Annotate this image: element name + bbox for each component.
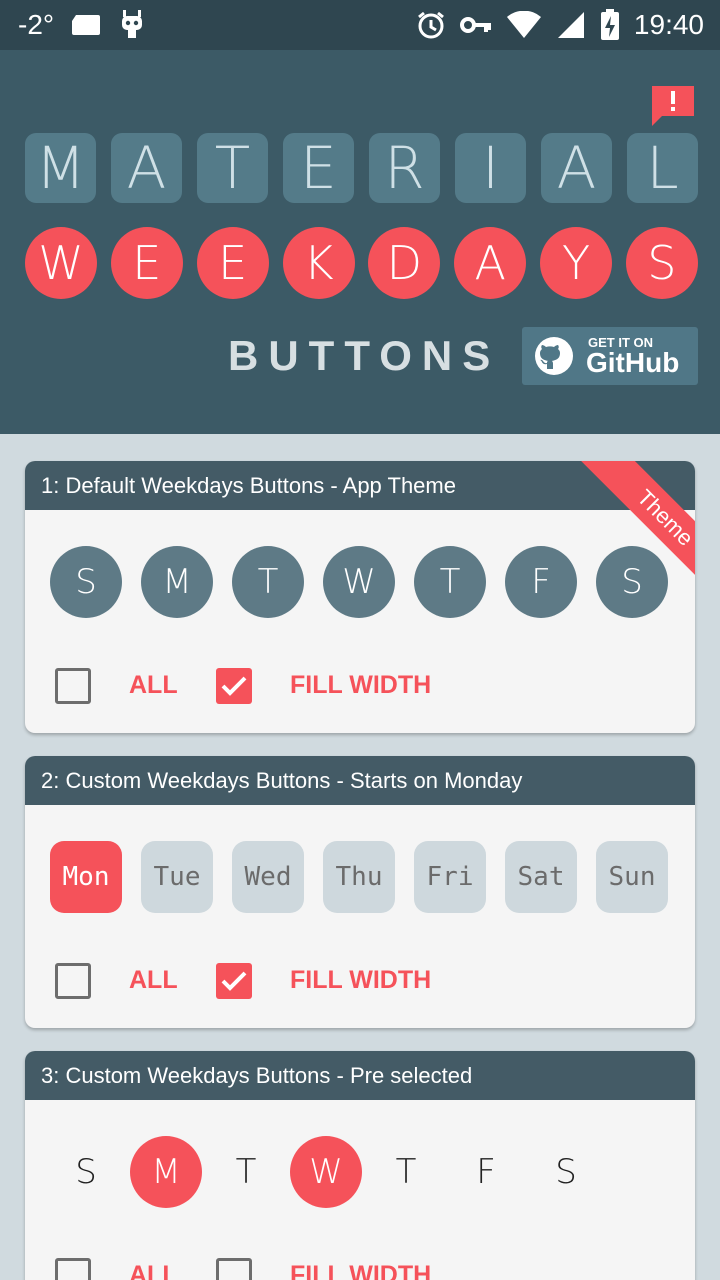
weekday-button-sun[interactable]: S xyxy=(50,1136,122,1208)
all-label[interactable]: ALL xyxy=(129,1261,178,1280)
vpn-key-icon xyxy=(459,15,492,35)
weekday-button-sun[interactable]: Sun xyxy=(596,841,668,913)
card-title: 3: Custom Weekdays Buttons - Pre selecte… xyxy=(25,1051,695,1100)
letter-circle: E xyxy=(196,227,269,299)
weekday-button-tue[interactable]: T xyxy=(210,1136,282,1208)
weekday-button-sun[interactable]: S xyxy=(50,546,122,618)
fill-width-checkbox[interactable] xyxy=(216,668,252,704)
signal-icon xyxy=(556,10,586,40)
fill-width-label[interactable]: FILL WIDTH xyxy=(290,1261,431,1280)
weekday-button-tue[interactable]: T xyxy=(232,546,304,618)
card-controls: ALL FILL WIDTH xyxy=(55,1258,655,1280)
all-checkbox[interactable] xyxy=(55,668,91,704)
weekday-button-wed[interactable]: Wed xyxy=(232,841,304,913)
card-pre-selected: 3: Custom Weekdays Buttons - Pre selecte… xyxy=(25,1051,695,1280)
letter-tile: A xyxy=(541,133,612,203)
letter-circle: S xyxy=(625,227,698,299)
weekday-buttons: S M T W T F S xyxy=(50,546,668,618)
weekday-button-fri[interactable]: F xyxy=(505,546,577,618)
weekday-button-wed[interactable]: W xyxy=(290,1136,362,1208)
fill-width-checkbox[interactable] xyxy=(216,963,252,999)
github-button[interactable]: GET IT ON GitHub xyxy=(522,327,698,385)
check-icon xyxy=(221,971,247,991)
letter-tile: E xyxy=(283,133,354,203)
letter-tile: T xyxy=(197,133,268,203)
letter-circle: W xyxy=(25,227,97,299)
android-robot-icon xyxy=(118,10,146,40)
letter-circle: Y xyxy=(540,227,613,299)
letter-circle: D xyxy=(368,227,441,299)
fill-width-label[interactable]: FILL WIDTH xyxy=(290,671,431,700)
letter-circle: A xyxy=(454,227,527,299)
github-big-label: GitHub xyxy=(586,347,680,378)
letter-circle: E xyxy=(110,227,183,299)
letter-circle: K xyxy=(282,227,355,299)
weekday-button-fri[interactable]: F xyxy=(450,1136,522,1208)
letter-tile: A xyxy=(111,133,182,203)
all-checkbox[interactable] xyxy=(55,963,91,999)
buttons-subtitle: BUTTONS xyxy=(228,332,501,379)
fill-width-label[interactable]: FILL WIDTH xyxy=(290,966,431,995)
card-default-weekdays: 1: Default Weekdays Buttons - App Theme … xyxy=(25,461,695,733)
weekday-button-wed[interactable]: W xyxy=(323,546,395,618)
letter-tile: L xyxy=(627,133,698,203)
temperature-text: -2° xyxy=(18,9,55,40)
weekday-buttons: S M T W T F S xyxy=(50,1136,668,1208)
wifi-icon xyxy=(506,11,542,39)
github-logo-icon xyxy=(534,336,574,376)
clock-text: 19:40 xyxy=(633,9,704,40)
card-controls: ALL FILL WIDTH xyxy=(55,668,655,704)
all-label[interactable]: ALL xyxy=(129,966,178,995)
battery-charging-icon xyxy=(600,9,620,41)
weekday-button-tue[interactable]: Tue xyxy=(141,841,213,913)
letter-tile: R xyxy=(369,133,440,203)
letter-tile: I xyxy=(455,133,526,203)
feedback-alert-icon[interactable] xyxy=(652,86,694,126)
weekday-button-thu[interactable]: T xyxy=(370,1136,442,1208)
weekday-button-thu[interactable]: Thu xyxy=(323,841,395,913)
all-checkbox[interactable] xyxy=(55,1258,91,1280)
card-controls: ALL FILL WIDTH xyxy=(55,963,655,999)
status-bar: -2° 19:40 xyxy=(0,0,720,50)
sd-card-icon xyxy=(70,13,102,37)
letter-tile: M xyxy=(25,133,96,203)
material-letter-tiles: M A T E R I A L xyxy=(25,133,698,203)
weekday-button-mon[interactable]: Mon xyxy=(50,841,122,913)
all-label[interactable]: ALL xyxy=(129,671,178,700)
weekday-button-thu[interactable]: T xyxy=(414,546,486,618)
weekday-button-mon[interactable]: M xyxy=(130,1136,202,1208)
weekday-button-mon[interactable]: M xyxy=(141,546,213,618)
alarm-icon xyxy=(416,10,446,40)
fill-width-checkbox[interactable] xyxy=(216,1258,252,1280)
card-custom-monday: 2: Custom Weekdays Buttons - Starts on M… xyxy=(25,756,695,1028)
weekday-button-fri[interactable]: Fri xyxy=(414,841,486,913)
card-title: 2: Custom Weekdays Buttons - Starts on M… xyxy=(25,756,695,805)
weekday-button-sat[interactable]: Sat xyxy=(505,841,577,913)
weekday-buttons: Mon Tue Wed Thu Fri Sat Sun xyxy=(50,841,668,913)
check-icon xyxy=(221,676,247,696)
weekday-button-sat[interactable]: S xyxy=(530,1136,602,1208)
weekdays-letter-circles: W E E K D A Y S xyxy=(25,227,698,299)
hero-banner: M A T E R I A L W E E K D A Y S BUTTONS … xyxy=(0,50,720,434)
weekday-button-sat[interactable]: S xyxy=(596,546,668,618)
